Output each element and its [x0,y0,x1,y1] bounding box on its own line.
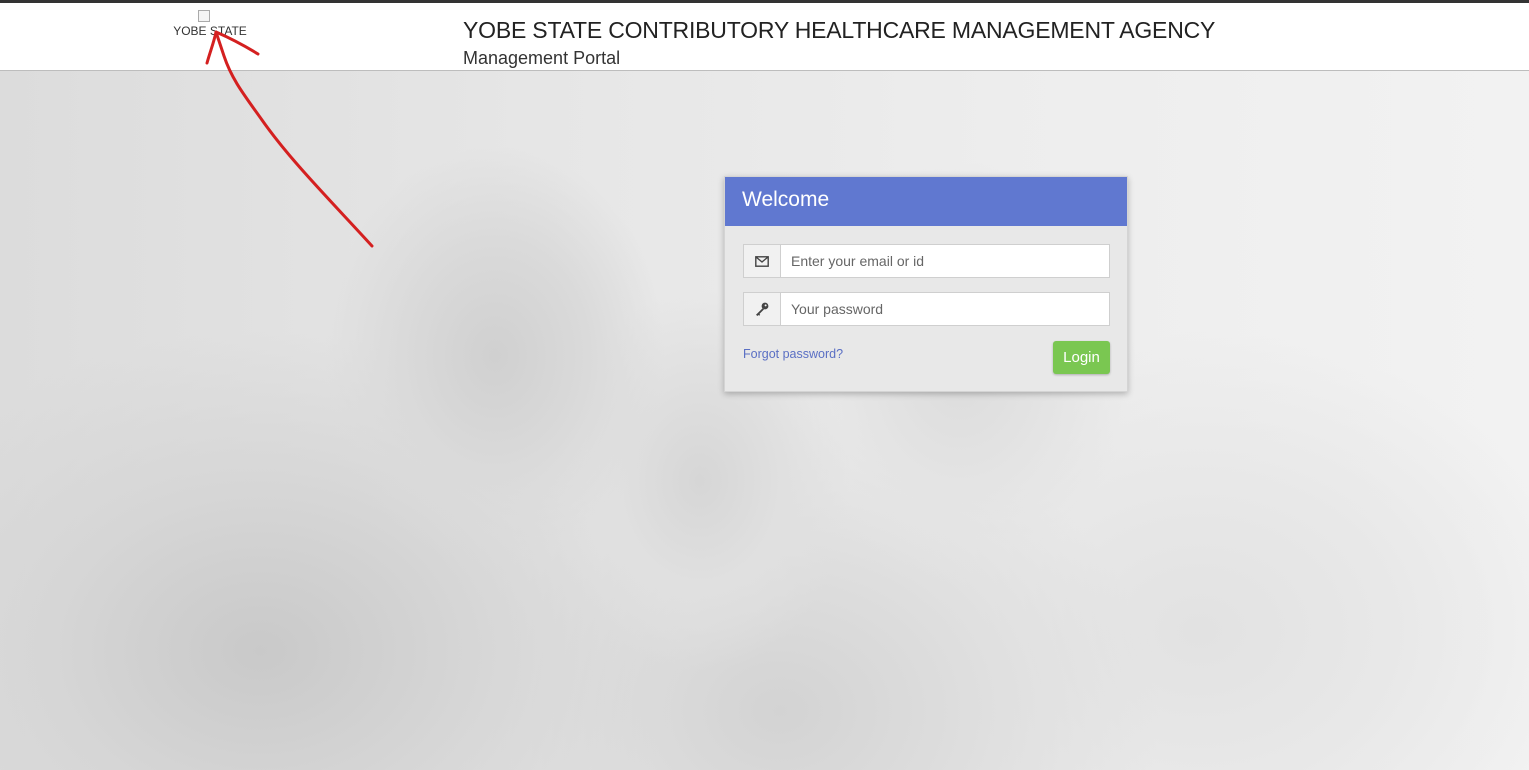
login-heading: Welcome [725,177,1127,226]
password-input-group [743,292,1110,326]
password-input[interactable] [781,293,1109,325]
envelope-icon [744,245,781,277]
site-header: YOBE STATE YOBE STATE CONTRIBUTORY HEALT… [0,3,1529,71]
forgot-password-link[interactable]: Forgot password? [743,347,843,361]
key-icon [744,293,781,325]
email-input[interactable] [781,245,1109,277]
logo-alt-text: YOBE STATE [173,24,247,38]
login-button[interactable]: Login [1053,341,1110,374]
login-card: Welcome Forgot password? Login [724,176,1128,392]
broken-image-icon [198,10,210,22]
email-input-group [743,244,1110,278]
agency-logo: YOBE STATE [170,10,250,44]
page-title: YOBE STATE CONTRIBUTORY HEALTHCARE MANAG… [463,17,1216,43]
page-subtitle: Management Portal [463,48,621,68]
